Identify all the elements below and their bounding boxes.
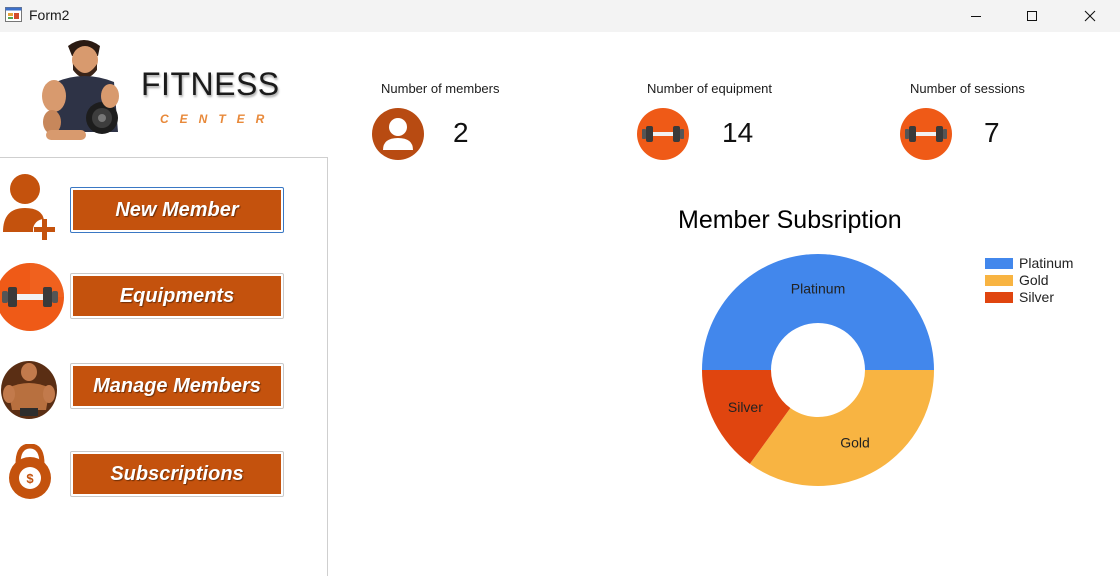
new-member-button-label: New Member (73, 190, 281, 230)
dumbbell-icon (637, 108, 689, 160)
manage-members-button[interactable]: Manage Members (70, 363, 284, 409)
slice-label-silver: Silver (728, 399, 763, 415)
equipments-button-label: Equipments (73, 276, 281, 316)
legend-swatch-silver (985, 291, 1013, 303)
legend-label-platinum: Platinum (1019, 255, 1074, 271)
slice-label-platinum: Platinum (791, 281, 845, 297)
stat-equipment-label: Number of equipment (647, 81, 773, 96)
kettlebell-dollar-icon: $ (9, 444, 51, 499)
chart-title: Member Subsription (678, 206, 902, 234)
slice-platinum (702, 254, 934, 370)
bodybuilder-icon (1, 361, 57, 419)
dumbbell-icon (900, 108, 952, 160)
minimize-button[interactable] (948, 0, 1004, 32)
add-user-icon (3, 174, 55, 241)
stat-members-value: 2 (453, 117, 469, 148)
subscriptions-button-label: Subscriptions (73, 454, 281, 494)
svg-text:$: $ (26, 471, 34, 486)
logo-subtitle: CENTER (160, 112, 276, 126)
doughnut-chart: Platinum Gold Silver (702, 254, 934, 486)
close-button[interactable] (1062, 0, 1118, 32)
stat-members-label: Number of members (381, 81, 500, 96)
subscriptions-button[interactable]: Subscriptions (70, 451, 284, 497)
maximize-button[interactable] (1004, 0, 1060, 32)
legend-item-gold: Gold (985, 272, 1049, 288)
close-icon (1084, 10, 1096, 22)
new-member-button[interactable]: New Member (70, 187, 284, 233)
user-icon (372, 108, 424, 160)
stat-sessions-value: 7 (984, 117, 1000, 148)
legend-label-silver: Silver (1019, 289, 1055, 305)
logo-title: FITNESS (141, 66, 280, 102)
stat-sessions-label: Number of sessions (910, 81, 1025, 96)
legend-swatch-gold (985, 274, 1013, 286)
legend-item-platinum: Platinum (985, 255, 1073, 271)
manage-members-button-label: Manage Members (73, 366, 281, 406)
title-bar: Form2 (0, 0, 1120, 32)
stat-equipment-value: 14 (722, 117, 754, 148)
window-title: Form2 (29, 7, 70, 23)
slice-label-gold: Gold (840, 435, 870, 451)
maximize-icon (1027, 11, 1037, 21)
form-icon (5, 7, 22, 22)
legend-item-silver: Silver (985, 289, 1054, 305)
legend-label-gold: Gold (1019, 272, 1049, 288)
minimize-icon (971, 16, 981, 17)
dumbbell-icon (0, 263, 64, 331)
bodybuilder-dumbbell-logo (42, 40, 119, 140)
equipments-button[interactable]: Equipments (70, 273, 284, 319)
slice-gold (749, 370, 934, 486)
legend-swatch-platinum (985, 257, 1013, 269)
